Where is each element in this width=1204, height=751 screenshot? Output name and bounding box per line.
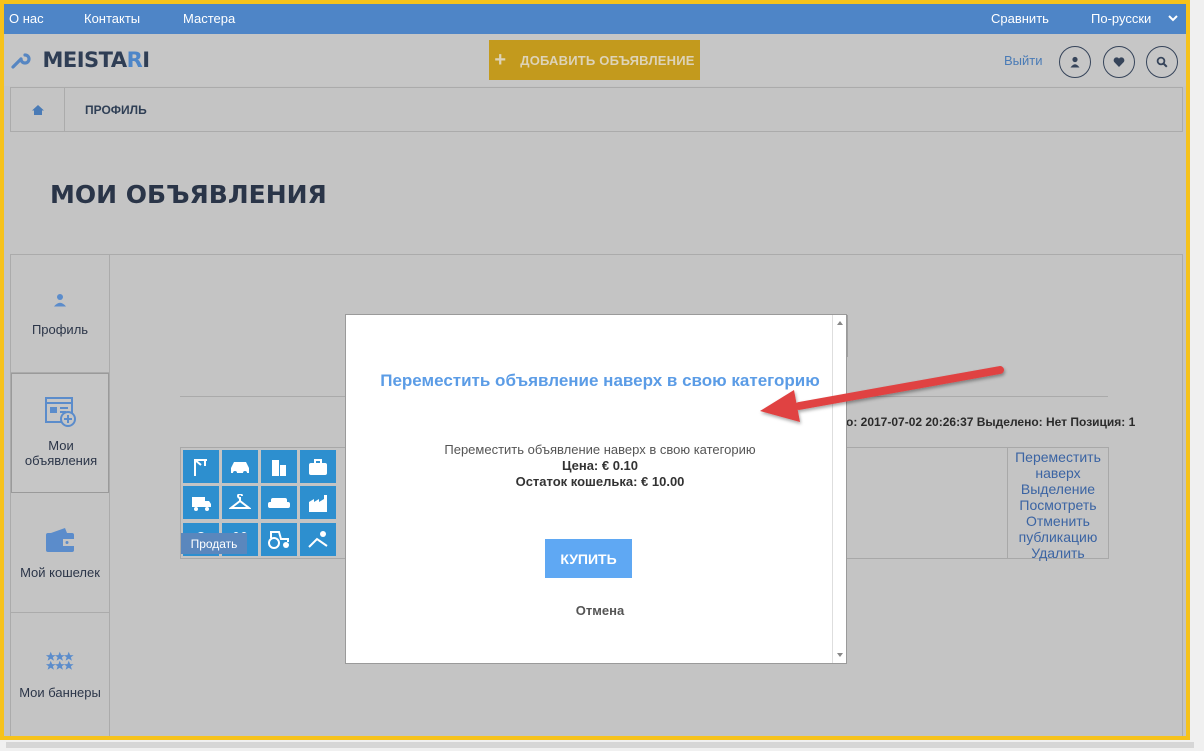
factory-icon bbox=[300, 486, 336, 520]
chevron-down-icon[interactable] bbox=[1167, 12, 1179, 27]
stars-icon bbox=[11, 651, 109, 671]
page-title: МОИ ОБЪЯВЛЕНИЯ bbox=[50, 180, 327, 209]
search-button[interactable] bbox=[1146, 46, 1178, 78]
topbar-link-masters[interactable]: Мастера bbox=[183, 11, 235, 26]
cancel-link[interactable]: Отмена bbox=[366, 603, 834, 618]
crane-icon bbox=[183, 450, 219, 483]
scroll-up-icon[interactable] bbox=[836, 320, 844, 326]
move-up-modal: Переместить объявление наверх в свою кат… bbox=[345, 314, 847, 664]
tractor-icon bbox=[261, 522, 297, 556]
scroll-down-icon[interactable] bbox=[836, 652, 844, 658]
logout-link[interactable]: Выйти bbox=[1004, 53, 1043, 68]
logo[interactable]: MEISTARI bbox=[10, 48, 150, 72]
wrench-icon bbox=[10, 48, 38, 72]
account-button[interactable] bbox=[1059, 46, 1091, 78]
logo-text: MEISTA bbox=[42, 48, 127, 72]
topbar-link-about[interactable]: О нас bbox=[9, 11, 44, 26]
modal-scrollbar[interactable] bbox=[832, 315, 846, 663]
favorites-button[interactable] bbox=[1103, 46, 1135, 78]
buildings-icon bbox=[261, 450, 297, 483]
sidebar-item-profile[interactable]: Профиль bbox=[11, 255, 109, 373]
listing-meta: о: 2017-07-02 20:26:37 Выделено: Нет Поз… bbox=[846, 415, 1136, 429]
buy-button[interactable]: КУПИТЬ bbox=[545, 539, 632, 578]
modal-title: Переместить объявление наверх в свою кат… bbox=[380, 371, 820, 390]
modal-wallet-balance: Остаток кошелька: € 10.00 bbox=[515, 474, 685, 489]
user-icon bbox=[11, 293, 109, 307]
ads-icon bbox=[12, 395, 110, 429]
profile-sidebar: Профиль Мои объявления Мой кошелек Мои б… bbox=[10, 254, 110, 736]
action-move-up[interactable]: Переместить наверх bbox=[1008, 449, 1108, 481]
deckchair-icon bbox=[300, 522, 336, 556]
breadcrumb: ПРОФИЛЬ bbox=[10, 87, 1183, 132]
car-icon bbox=[222, 450, 258, 483]
logo-letter-r: R bbox=[126, 48, 143, 72]
sofa-icon bbox=[261, 486, 297, 520]
sell-button[interactable]: Продать bbox=[181, 533, 247, 554]
home-icon bbox=[31, 104, 44, 115]
sidebar-item-label: Мои баннеры bbox=[19, 685, 101, 700]
logo-letter-i: I bbox=[142, 48, 150, 72]
heart-icon bbox=[1113, 57, 1125, 67]
screenshot-frame: О нас Контакты Мастера Сравнить По-русск… bbox=[0, 0, 1190, 740]
sidebar-item-banners[interactable]: Мои баннеры bbox=[11, 613, 109, 731]
add-listing-label: ДОБАВИТЬ ОБЪЯВЛЕНИЕ bbox=[520, 52, 695, 68]
topbar-link-compare[interactable]: Сравнить bbox=[991, 11, 1049, 26]
action-delete[interactable]: Удалить bbox=[1008, 545, 1108, 561]
top-bar: О нас Контакты Мастера Сравнить По-русск… bbox=[4, 4, 1186, 34]
action-view[interactable]: Посмотреть bbox=[1008, 497, 1108, 513]
topbar-link-contacts[interactable]: Контакты bbox=[84, 11, 140, 26]
language-selector[interactable]: По-русски bbox=[1091, 11, 1151, 26]
sidebar-item-label: Профиль bbox=[31, 322, 89, 337]
sidebar-item-wallet[interactable]: Мой кошелек bbox=[11, 493, 109, 613]
briefcase-icon bbox=[300, 450, 336, 483]
header: MEISTARI + ДОБАВИТЬ ОБЪЯВЛЕНИЕ Выйти bbox=[4, 34, 1186, 86]
modal-price: Цена: € 0.10 bbox=[561, 458, 639, 473]
hanger-icon bbox=[222, 486, 258, 520]
frame-shadow bbox=[6, 742, 1194, 748]
sidebar-item-my-ads[interactable]: Мои объявления bbox=[11, 373, 109, 493]
search-icon bbox=[1156, 56, 1168, 68]
action-unpublish[interactable]: Отменить публикацию bbox=[1008, 513, 1108, 545]
sidebar-item-label: Мой кошелек bbox=[20, 565, 100, 580]
breadcrumb-home[interactable] bbox=[11, 88, 65, 131]
listing-actions: Переместить наверх Выделение Посмотреть … bbox=[1007, 448, 1108, 561]
modal-description: Переместить объявление наверх в свою кат… bbox=[444, 442, 756, 457]
user-icon bbox=[1070, 56, 1080, 68]
breadcrumb-current: ПРОФИЛЬ bbox=[85, 103, 147, 117]
add-listing-button[interactable]: + ДОБАВИТЬ ОБЪЯВЛЕНИЕ bbox=[489, 40, 700, 80]
sidebar-item-label: Мои объявления bbox=[24, 438, 98, 468]
wallet-icon bbox=[11, 527, 109, 553]
action-highlight[interactable]: Выделение bbox=[1008, 481, 1108, 497]
plus-icon: + bbox=[494, 48, 507, 71]
truck-icon bbox=[183, 486, 219, 520]
